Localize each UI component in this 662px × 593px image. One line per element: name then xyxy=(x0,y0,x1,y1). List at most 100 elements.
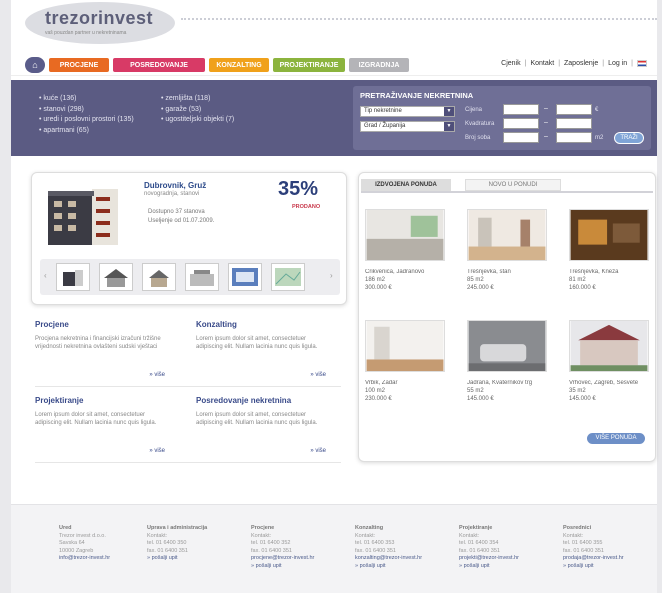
thumbnail[interactable] xyxy=(228,263,262,291)
offer-area: 100 m2 xyxy=(365,388,386,394)
chevron-right-icon[interactable]: › xyxy=(330,271,333,280)
offer-card[interactable]: Vrbik, Zadar 100 m2 230.000 € xyxy=(365,320,449,402)
offer-price: 245.000 € xyxy=(467,285,494,291)
service-title[interactable]: Posredovanje nekretnina xyxy=(196,396,326,405)
footer-email-link[interactable]: projekti@trezor-invest.hr xyxy=(459,555,549,563)
link-kontakt[interactable]: Kontakt xyxy=(530,60,554,67)
more-offers-button[interactable]: VIŠE PONUDA xyxy=(587,433,645,444)
logo[interactable]: trezorinvest vaš pouzdan partner u nekre… xyxy=(45,8,153,36)
tab-projektiranje[interactable]: PROJEKTIRANJE xyxy=(273,58,345,72)
offer-card[interactable]: Jadrana, Kvaternikov trg 55 m2 145.000 € xyxy=(467,320,551,402)
thumbnail-strip: ‹ › xyxy=(40,259,340,295)
offer-image xyxy=(365,320,445,372)
offer-area: 186 m2 xyxy=(365,277,386,283)
link-zaposlenje[interactable]: Zaposlenje xyxy=(564,60,598,67)
footer-email-link[interactable]: konzalting@trezor-invest.hr xyxy=(355,555,445,563)
page: trezorinvest vaš pouzdan partner u nekre… xyxy=(11,0,657,593)
service-title[interactable]: Procjene xyxy=(35,320,165,329)
footer-inquiry-link[interactable]: » pošalji upit xyxy=(355,563,445,571)
service-text: Lorem ipsum dolor sit amet, consectetuer… xyxy=(196,336,318,350)
rooms-to-input[interactable] xyxy=(556,132,592,143)
offer-location: Jadrana, Kvaternikov trg xyxy=(467,380,533,386)
offers-panel: IZDVOJENA PONUDA NOVO U PONUDI Crikvenic… xyxy=(358,172,656,462)
offer-location: Crikvenica, Jadranovo xyxy=(365,269,425,275)
thumbnail[interactable] xyxy=(56,263,90,291)
category-item[interactable]: uredi i poslovni prostori (135) xyxy=(39,115,133,126)
offer-location: Vrhovec, Zagreb, Sesvete xyxy=(569,380,639,386)
tab-procjene[interactable]: PROCJENE xyxy=(49,58,109,72)
more-link[interactable]: » više xyxy=(149,448,165,454)
footer-inquiry-link[interactable]: » pošalji upit xyxy=(563,563,653,571)
dotted-divider xyxy=(181,18,657,20)
thumbnail[interactable] xyxy=(185,263,219,291)
flag-icon[interactable] xyxy=(637,60,647,67)
footer-inquiry-link[interactable]: » pošalji upit xyxy=(147,555,237,563)
service-text: Lorem ipsum dolor sit amet, consectetuer… xyxy=(196,412,318,426)
service-title[interactable]: Projektiranje xyxy=(35,396,165,405)
footer-col-posrednici: Posrednici Kontakt: tel. 01 6400 355 fax… xyxy=(563,525,653,570)
category-item[interactable]: apartmani (65) xyxy=(39,126,134,137)
link-cjenik[interactable]: Cjenik xyxy=(501,60,520,67)
footer-email-link[interactable]: prodaja@trezor-invest.hr xyxy=(563,555,653,563)
tab-new-offers[interactable]: NOVO U PONUDI xyxy=(465,179,561,191)
search-box: PRETRAŽIVANJE NEKRETNINA Tip nekretnine … xyxy=(353,86,651,150)
more-link[interactable]: » više xyxy=(310,448,326,454)
category-list-1: kuće (136) stanovi (298) uredi i poslovn… xyxy=(39,94,134,137)
offer-image xyxy=(467,320,547,372)
area-to-input[interactable] xyxy=(556,118,592,129)
featured-availability: Dostupno 37 stanova xyxy=(148,209,205,215)
service-text: Procjena nekretnina i financijski izraču… xyxy=(35,336,161,350)
home-icon[interactable]: ⌂ xyxy=(25,57,45,73)
tab-featured-offers[interactable]: IZDVOJENA PONUDA xyxy=(361,179,451,191)
rooms-from-input[interactable] xyxy=(503,132,539,143)
footer-inquiry-link[interactable]: » pošalji upit xyxy=(459,563,549,571)
featured-subtitle: novogradnja, stanovi xyxy=(144,191,200,197)
tab-izgradnja[interactable]: IZGRADNJA xyxy=(349,58,409,72)
link-login[interactable]: Log in xyxy=(608,60,627,67)
chevron-left-icon[interactable]: ‹ xyxy=(44,271,47,280)
logo-text: trezorinvest xyxy=(45,8,154,28)
offer-area: 81 m2 xyxy=(569,277,586,283)
offer-card[interactable]: Trešnjevka, Kneza 81 m2 160.000 € xyxy=(569,209,653,291)
type-select[interactable]: Tip nekretnine xyxy=(360,106,455,117)
footer-email-link[interactable]: procjene@trezor-invest.hr xyxy=(251,555,341,563)
offer-card[interactable]: Vrhovec, Zagreb, Sesvete 35 m2 145.000 € xyxy=(569,320,653,402)
offer-area: 85 m2 xyxy=(467,277,484,283)
service-title[interactable]: Konzalting xyxy=(196,320,326,329)
building-image[interactable] xyxy=(44,181,124,247)
thumbnail[interactable] xyxy=(142,263,176,291)
more-link[interactable]: » više xyxy=(310,372,326,378)
thumbnail[interactable] xyxy=(271,263,305,291)
category-item[interactable]: garaže (53) xyxy=(161,105,234,116)
service-projektiranje: Projektiranje Lorem ipsum dolor sit amet… xyxy=(35,396,165,458)
category-item[interactable]: kuće (136) xyxy=(39,94,134,105)
price-to-input[interactable] xyxy=(556,104,592,115)
more-link[interactable]: » više xyxy=(149,372,165,378)
tab-posredovanje[interactable]: POSREDOVANJE xyxy=(113,58,205,72)
price-unit: € xyxy=(595,107,599,113)
category-item[interactable]: ugostiteljski objekti (7) xyxy=(161,115,234,126)
footer-col-konzalting: Konzalting Kontakt: tel. 01 6400 353 fax… xyxy=(355,525,445,570)
featured-title[interactable]: Dubrovnik, Gruž xyxy=(144,181,206,190)
category-item[interactable]: stanovi (298) xyxy=(39,105,134,116)
service-posredovanje: Posredovanje nekretnina Lorem ipsum dolo… xyxy=(196,396,326,458)
footer-email-link[interactable]: info@trezor-invest.hr xyxy=(59,555,149,563)
footer-col-office: Ured Trezor invest d.o.o. Savska 64 1000… xyxy=(59,525,149,563)
tab-konzalting[interactable]: KONZALTING xyxy=(209,58,269,72)
thumbnail[interactable] xyxy=(99,263,133,291)
area-label: Kvadratura xyxy=(465,121,495,127)
offer-image xyxy=(467,209,547,261)
offer-image xyxy=(569,320,649,372)
footer-inquiry-link[interactable]: » pošalji upit xyxy=(251,563,341,571)
footer-col-admin: Uprava i administracija Kontakt: tel. 01… xyxy=(147,525,237,563)
divider xyxy=(35,462,341,463)
divider xyxy=(35,386,341,387)
category-item[interactable]: zemljišta (118) xyxy=(161,94,234,105)
search-button[interactable]: TRAŽI xyxy=(614,132,644,144)
price-from-input[interactable] xyxy=(503,104,539,115)
region-select[interactable]: Grad / Županija xyxy=(360,121,455,132)
top-links: Cjenik | Kontakt | Zaposlenje | Log in | xyxy=(501,60,647,67)
offer-card[interactable]: Crikvenica, Jadranovo 186 m2 300.000 € xyxy=(365,209,449,291)
area-from-input[interactable] xyxy=(503,118,539,129)
offer-card[interactable]: Trešnjevka, stan 85 m2 245.000 € xyxy=(467,209,551,291)
